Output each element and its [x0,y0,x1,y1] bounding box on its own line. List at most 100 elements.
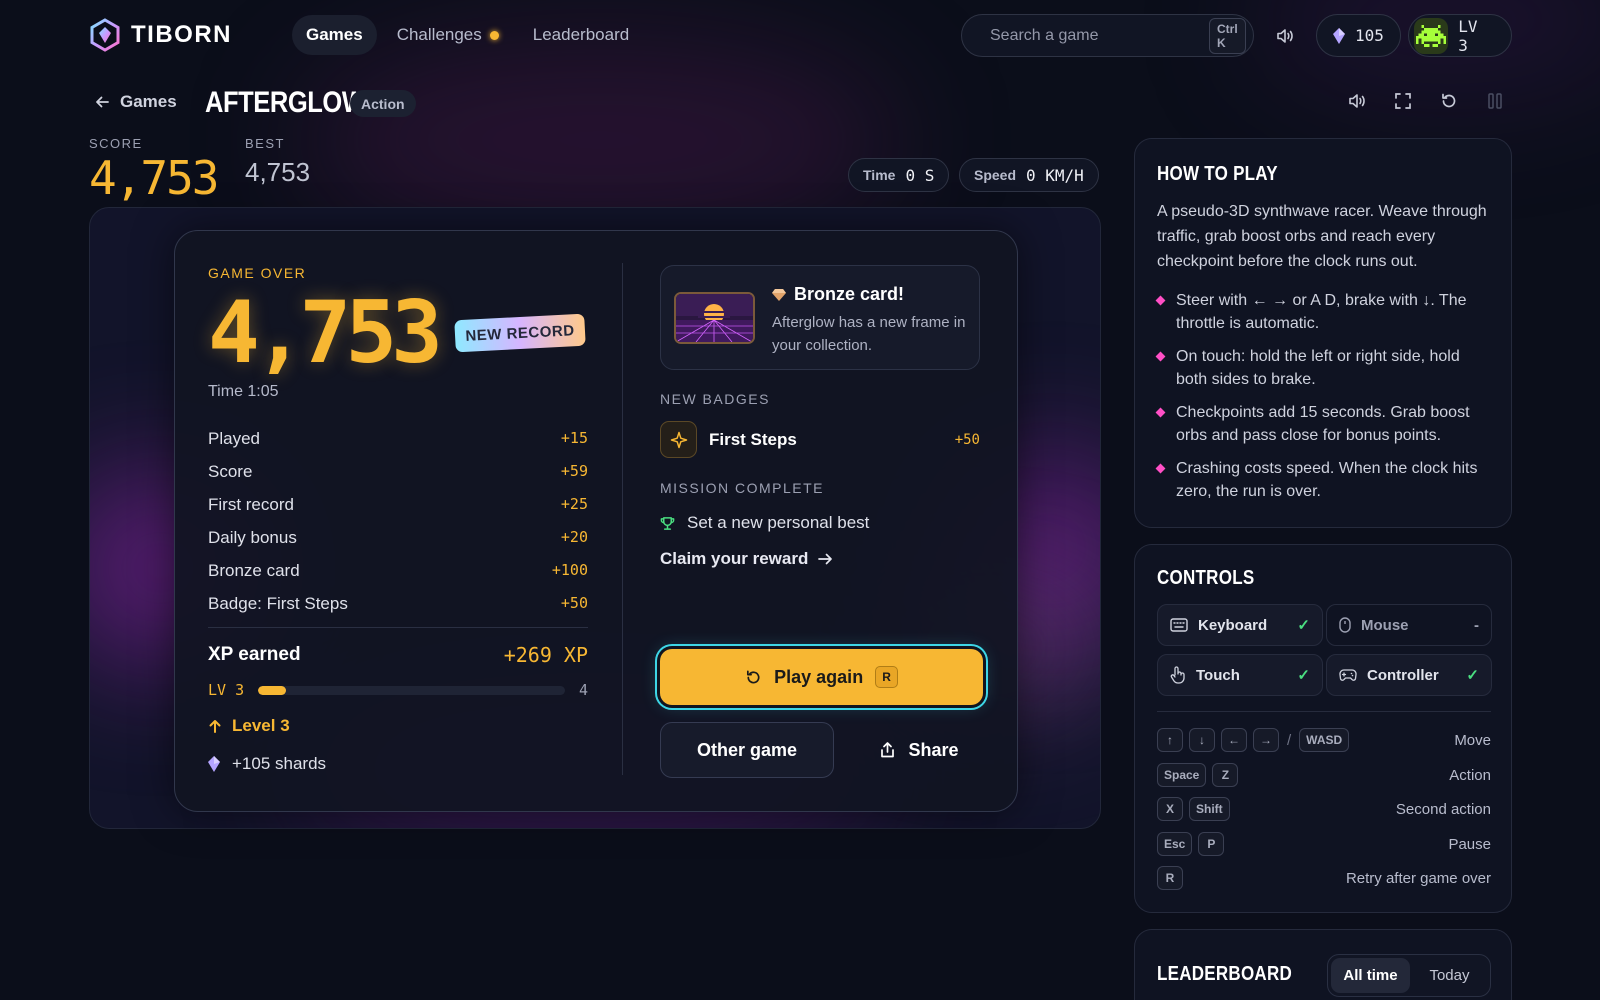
key-x: X [1157,797,1183,821]
gem-logo-icon [90,18,120,52]
xp-row-first-record: First record +25 [208,495,588,515]
check-icon: ✓ [1297,667,1310,684]
speed-label: Speed [974,167,1017,183]
share-icon [881,742,895,758]
xp-row-score: Score +59 [208,462,588,482]
speaker-icon [1277,29,1293,43]
time-value: 0 S [905,165,935,185]
search-input[interactable] [990,26,1197,45]
avatar [1414,17,1449,54]
play-again-button[interactable]: Play again R [660,649,983,705]
key-right: → [1253,728,1279,752]
dash-icon: - [1474,616,1479,634]
pause-icon [1488,93,1502,109]
device-controller[interactable]: Controller ✓ [1326,654,1492,696]
xp-row-played: Played +15 [208,429,588,449]
restart-button[interactable] [1438,90,1460,112]
nav-games-label: Games [306,25,363,44]
notification-dot [489,30,499,40]
share-button[interactable]: Share [855,722,983,778]
level-up: Level 3 [208,716,290,736]
bullet-text: On touch: hold the left or right side, h… [1176,348,1460,388]
binding-action-label: Pause [1448,835,1491,853]
key-down: ↓ [1189,728,1215,752]
mouse-icon [1339,617,1351,633]
xp-earned: XP earned +269 XP [208,643,588,667]
device-label: Touch [1196,666,1240,684]
shards-earned: +105 shards [208,754,326,774]
other-game-button[interactable]: Other game [660,722,834,778]
mission-text: Set a new personal best [687,513,870,532]
restart-icon [1442,93,1456,108]
trophy-icon [660,516,675,530]
final-score: 4,753 [208,283,443,383]
brand-logo[interactable]: TIBORN [89,18,232,52]
level-progress-fill [258,685,286,695]
level-up-label: Level 3 [232,716,290,735]
key-esc: Esc [1157,832,1193,856]
shards-balance[interactable]: 105 [1316,14,1401,57]
device-touch[interactable]: Touch ✓ [1157,654,1323,696]
game-sound-button[interactable] [1346,90,1368,112]
main-nav: Games Challenges Leaderboard [292,15,643,55]
claim-reward-link[interactable]: Claim your reward [660,549,833,569]
fullscreen-icon [1395,93,1411,109]
key-shift: Shift [1189,797,1230,821]
badge-icon [660,421,697,458]
tab-all-time[interactable]: All time [1331,958,1410,993]
xp-row-amount: +100 [551,561,588,579]
how-to-play-intro: A pseudo-3D synthwave racer. Weave throu… [1157,203,1487,270]
shard-gem-icon [1333,27,1345,44]
card-thumbnail [674,292,755,344]
bronze-card-title: Bronze card! [794,284,905,304]
list-item: On touch: hold the left or right side, h… [1155,345,1491,391]
shard-gem-icon [208,756,220,772]
device-keyboard[interactable]: Keyboard ✓ [1157,604,1323,646]
pause-button[interactable] [1484,90,1506,112]
key-r: R [1157,866,1183,890]
back-to-games-link[interactable]: Games [94,92,177,112]
binding-action-label: Retry after game over [1345,869,1491,887]
nav-challenges[interactable]: Challenges [383,15,513,55]
xp-row-amount: +50 [560,594,588,612]
bronze-card-reward[interactable]: Bronze card! Afterglow has a new frame i… [660,265,980,370]
diamond-icon [772,288,786,301]
binding-action: Move [1454,731,1491,749]
leaderboard-title: LEADERBOARD [1157,963,1293,985]
xp-row-label: Badge: First Steps [208,594,348,613]
nav-games[interactable]: Games [292,15,377,55]
xp-row-label: First record [208,495,294,514]
time-stat: Time 0 S [848,158,950,192]
run-time: Time 1:05 [208,383,279,400]
device-mouse[interactable]: Mouse - [1326,604,1492,646]
arrow-right-icon [818,553,833,565]
other-game-label: Other game [696,739,798,760]
fullscreen-button[interactable] [1392,90,1414,112]
new-badges-label: NEW BADGES [660,391,770,407]
xp-row-daily-bonus: Daily bonus +20 [208,528,588,548]
check-icon: ✓ [1466,667,1479,684]
gamepad-icon [1339,669,1357,681]
sound-toggle-button[interactable] [1274,25,1296,47]
bullet-text: Crashing costs speed. When the clock hit… [1176,460,1478,500]
bronze-card-description: Afterglow has a new frame in your collec… [772,314,966,354]
device-label: Controller [1367,666,1439,684]
user-level-badge[interactable]: LV 3 [1408,14,1512,57]
key-wasd: WASD [1299,728,1350,752]
brand-name: TIBORN [131,21,232,48]
top-bar: TIBORN Games Challenges Leaderboard Ctrl… [0,0,1600,70]
xp-earned-value: +269 XP [503,643,588,667]
search-box[interactable]: Ctrl K [961,14,1254,57]
current-score: 4,753 [89,151,219,205]
level-progress-bar [258,685,565,695]
nav-leaderboard-label: Leaderboard [532,25,630,44]
nav-leaderboard[interactable]: Leaderboard [519,15,643,55]
bullet-text: Steer with ← → or A D, brake with ↓. The… [1176,292,1467,332]
shards-earned-label: +105 shards [232,754,327,773]
key-separator: / [1287,731,1292,749]
controls-panel: CONTROLS Keyboard ✓ Mouse - Touch ✓ Cont… [1134,544,1512,913]
hand-pointer-icon [1170,666,1185,684]
xp-row-label: Daily bonus [208,528,297,547]
badge-item[interactable]: First Steps +50 [660,421,980,458]
tab-today[interactable]: Today [1412,958,1487,993]
